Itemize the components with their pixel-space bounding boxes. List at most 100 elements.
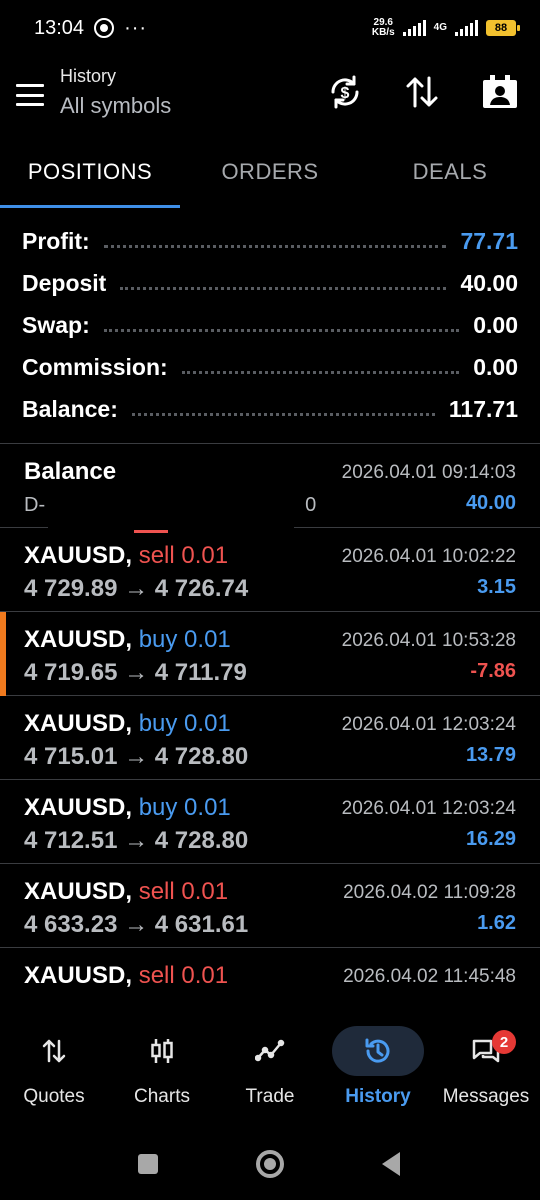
trend-line-icon <box>224 1026 316 1076</box>
network-speed: 29.6 KB/s <box>372 18 395 38</box>
balance-label: Balance: <box>22 395 118 422</box>
deal-time: 2026.04.01 09:14:03 <box>341 462 516 483</box>
status-indicators: 29.6 KB/s 4G 88 <box>372 18 520 38</box>
position-symbol: XAUUSD, <box>24 878 133 905</box>
bottom-nav: Quotes Charts Trade History 2 Messages <box>0 1008 540 1120</box>
recent-apps-icon[interactable] <box>138 1154 158 1174</box>
position-prices: 4 719.65 → 4 711.79 <box>24 659 247 686</box>
position-row[interactable]: XAUUSD, buy 0.01 4 712.51 → 4 728.80 202… <box>0 780 540 864</box>
status-time: 13:04 <box>34 16 85 39</box>
symbol-filter[interactable]: All symbols <box>60 93 171 119</box>
swap-label: Swap: <box>22 311 90 338</box>
nav-messages-label: Messages <box>442 1086 530 1107</box>
swap-value: 0.00 <box>473 311 518 338</box>
signal-icon-2 <box>455 20 478 36</box>
summary-balance-row: Balance: 117.71 <box>0 388 540 430</box>
page-title: History <box>60 66 117 86</box>
position-profit: 3.15 <box>477 576 516 598</box>
account-id-start: D- <box>24 494 46 516</box>
position-side: sell 0.01 <box>138 962 229 989</box>
history-clock-icon <box>332 1026 424 1076</box>
position-row[interactable]: XAUUSD, sell 0.01 4 729.89 → 4 726.74 20… <box>0 528 540 612</box>
header-titles: History All symbols <box>60 66 171 119</box>
network-speed-unit: KB/s <box>371 27 395 38</box>
battery-icon: 88 <box>486 20 520 36</box>
position-prices: 4 712.51 → 4 728.80 <box>24 827 249 854</box>
position-row[interactable]: XAUUSD, buy 0.01 4 715.01 → 4 728.80 202… <box>0 696 540 780</box>
summary-commission-row: Commission: 0.00 <box>0 346 540 388</box>
position-time: 2026.04.01 10:02:22 <box>341 546 516 567</box>
position-time: 2026.04.01 12:03:24 <box>341 798 516 819</box>
position-profit: -7.86 <box>470 660 516 682</box>
position-prices: 4 633.23 → 4 631.61 <box>24 911 249 938</box>
position-row-selected[interactable]: XAUUSD, buy 0.01 4 719.65 → 4 711.79 202… <box>0 612 540 696</box>
menu-icon[interactable] <box>16 84 44 106</box>
dotted-leader <box>181 370 460 374</box>
position-side: buy 0.01 <box>138 626 231 653</box>
currency-sync-icon[interactable]: $ <box>325 72 365 112</box>
dotted-leader <box>103 328 460 332</box>
summary-profit-row: Profit: 77.71 <box>0 220 540 262</box>
position-profit: 13.79 <box>465 744 516 766</box>
status-bar: 13:04 ··· 29.6 KB/s 4G 88 <box>0 0 540 56</box>
selection-marker <box>0 612 6 696</box>
system-nav-bar <box>0 1130 540 1200</box>
nav-charts-label: Charts <box>134 1086 190 1107</box>
account-id-end: 0 <box>305 494 317 516</box>
signal-icon <box>402 20 426 36</box>
tab-positions[interactable]: POSITIONS <box>0 136 180 208</box>
list-clip <box>0 992 540 1008</box>
tab-deals[interactable]: DEALS <box>360 136 540 208</box>
nav-quotes[interactable]: Quotes <box>0 1008 108 1120</box>
messages-badge: 2 <box>492 1030 516 1054</box>
summary-panel: Profit: 77.71 Deposit 40.00 Swap: 0.00 C… <box>0 220 540 430</box>
dotted-leader <box>120 286 447 290</box>
balance-value: 117.71 <box>448 395 518 422</box>
position-time: 2026.04.02 11:45:48 <box>343 966 516 987</box>
summary-deposit-row: Deposit 40.00 <box>0 262 540 304</box>
commission-value: 0.00 <box>473 353 518 380</box>
position-title: XAUUSD, buy 0.01 <box>24 710 231 738</box>
position-prices: 4 715.01 → 4 728.80 <box>24 743 249 770</box>
position-time: 2026.04.01 12:03:24 <box>341 714 516 735</box>
position-side: sell 0.01 <box>138 878 229 905</box>
position-profit: 1.62 <box>477 912 516 934</box>
position-side: sell 0.01 <box>138 542 229 569</box>
position-symbol: XAUUSD, <box>24 710 133 737</box>
back-icon[interactable] <box>382 1152 400 1176</box>
sort-icon[interactable] <box>402 72 442 112</box>
balance-amount: 40.00 <box>465 492 516 514</box>
redaction-mark <box>134 530 168 533</box>
candlestick-icon <box>116 1026 208 1076</box>
positions-list: Balance D- 0 2026.04.01 09:14:03 40.00 XA… <box>0 444 540 1032</box>
position-prices: 4 729.89 → 4 726.74 <box>24 575 249 602</box>
nav-history-label: History <box>345 1086 411 1107</box>
position-time: 2026.04.01 10:53:28 <box>341 630 516 651</box>
position-side: buy 0.01 <box>138 710 231 737</box>
network-type: 4G <box>433 22 447 33</box>
commission-label: Commission: <box>22 353 168 380</box>
quotes-arrows-icon <box>8 1026 100 1076</box>
position-row[interactable]: XAUUSD, sell 0.01 4 633.23 → 4 631.61 20… <box>0 864 540 948</box>
summary-swap-row: Swap: 0.00 <box>0 304 540 346</box>
position-time: 2026.04.02 11:09:28 <box>343 882 516 903</box>
position-title: XAUUSD, buy 0.01 <box>24 626 231 654</box>
position-profit: 16.29 <box>465 828 516 850</box>
nav-charts[interactable]: Charts <box>108 1008 216 1120</box>
tab-bar: POSITIONS ORDERS DEALS <box>0 136 540 208</box>
svg-text:$: $ <box>341 85 350 102</box>
nav-messages[interactable]: 2 Messages <box>432 1008 540 1120</box>
nav-history[interactable]: History <box>324 1008 432 1120</box>
whatsapp-icon <box>94 18 115 38</box>
position-symbol: XAUUSD, <box>24 626 133 653</box>
balance-row-title: Balance <box>24 458 116 486</box>
account-card-icon[interactable] <box>480 72 520 112</box>
home-icon[interactable] <box>256 1150 284 1178</box>
position-symbol: XAUUSD, <box>24 542 133 569</box>
redaction-block <box>48 484 294 530</box>
position-title: XAUUSD, buy 0.01 <box>24 794 231 822</box>
position-title: XAUUSD, sell 0.01 <box>24 878 228 906</box>
deposit-value: 40.00 <box>460 269 518 296</box>
tab-orders[interactable]: ORDERS <box>180 136 360 208</box>
nav-trade[interactable]: Trade <box>216 1008 324 1120</box>
